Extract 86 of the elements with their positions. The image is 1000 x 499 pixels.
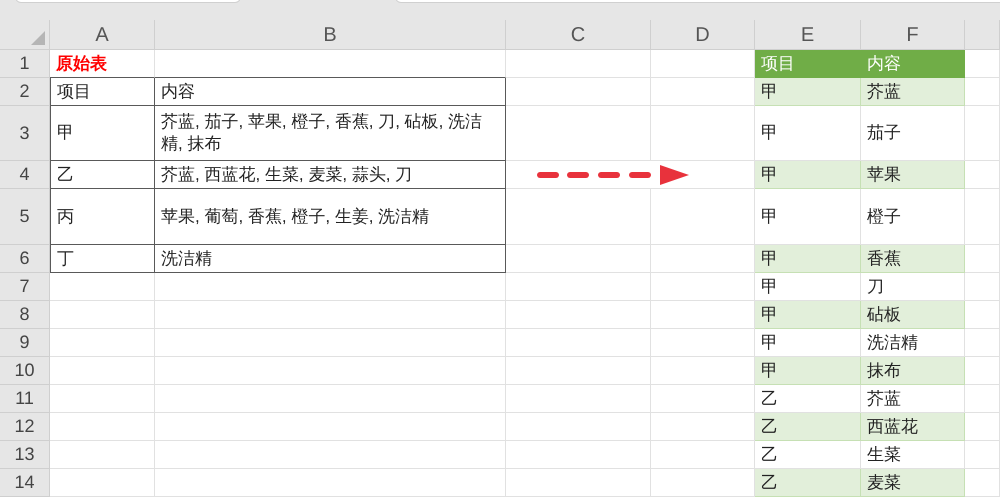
column-header[interactable]: B bbox=[155, 20, 506, 50]
table-cell: 乙 bbox=[755, 385, 861, 413]
table-cell: 麦菜 bbox=[861, 469, 965, 497]
table-cell: 丁 bbox=[50, 245, 155, 273]
table-cell: 甲 bbox=[755, 189, 861, 245]
empty-cell[interactable] bbox=[155, 273, 506, 301]
table-cell: 刀 bbox=[861, 273, 965, 301]
empty-cell[interactable] bbox=[155, 329, 506, 357]
empty-cell[interactable] bbox=[155, 301, 506, 329]
table-cell: 甲 bbox=[755, 161, 861, 189]
table-cell: 芥蓝 bbox=[861, 385, 965, 413]
empty-cell[interactable] bbox=[155, 357, 506, 385]
table-cell: 芥蓝 bbox=[861, 78, 965, 106]
row-header[interactable]: 1 bbox=[0, 50, 50, 78]
table-cell: 甲 bbox=[755, 273, 861, 301]
row-header[interactable]: 4 bbox=[0, 161, 50, 189]
table-cell: 芥蓝, 西蓝花, 生菜, 麦菜, 蒜头, 刀 bbox=[155, 161, 506, 189]
table-cell: 乙 bbox=[50, 161, 155, 189]
empty-cell[interactable] bbox=[155, 469, 506, 497]
empty-cell[interactable] bbox=[506, 50, 651, 78]
empty-cell[interactable] bbox=[506, 189, 651, 245]
table-cell: 甲 bbox=[755, 329, 861, 357]
table-cell: 甲 bbox=[755, 106, 861, 161]
table-cell: 乙 bbox=[755, 441, 861, 469]
table-cell: 砧板 bbox=[861, 301, 965, 329]
empty-cell[interactable] bbox=[506, 106, 651, 161]
row-header[interactable]: 9 bbox=[0, 329, 50, 357]
sheet-title: 原始表 bbox=[50, 50, 155, 78]
table-cell: 抹布 bbox=[861, 357, 965, 385]
column-header[interactable]: E bbox=[755, 20, 861, 50]
row-header[interactable]: 6 bbox=[0, 245, 50, 273]
empty-cell[interactable] bbox=[155, 50, 506, 78]
table-header-cell: 项目 bbox=[755, 50, 861, 78]
table-cell: 项目 bbox=[50, 78, 155, 106]
empty-cell[interactable] bbox=[506, 385, 651, 413]
table-cell: 甲 bbox=[755, 245, 861, 273]
table-cell: 芥蓝, 茄子, 苹果, 橙子, 香蕉, 刀, 砧板, 洗洁精, 抹布 bbox=[155, 106, 506, 161]
row-header[interactable]: 11 bbox=[0, 385, 50, 413]
select-all-icon[interactable] bbox=[31, 31, 45, 45]
empty-cell[interactable] bbox=[155, 413, 506, 441]
empty-cell[interactable] bbox=[506, 357, 651, 385]
table-cell: 乙 bbox=[755, 469, 861, 497]
empty-cell[interactable] bbox=[155, 385, 506, 413]
table-cell: 茄子 bbox=[861, 106, 965, 161]
row-header[interactable]: 10 bbox=[0, 357, 50, 385]
column-header[interactable]: A bbox=[50, 20, 155, 50]
empty-cell[interactable] bbox=[506, 413, 651, 441]
table-cell: 甲 bbox=[755, 78, 861, 106]
column-header[interactable]: D bbox=[651, 20, 755, 50]
select-all-button[interactable] bbox=[0, 20, 50, 50]
table-cell: 洗洁精 bbox=[155, 245, 506, 273]
empty-cell[interactable] bbox=[965, 189, 1000, 245]
table-cell: 西蓝花 bbox=[861, 413, 965, 441]
empty-cell[interactable] bbox=[506, 273, 651, 301]
empty-cell[interactable] bbox=[965, 106, 1000, 161]
row-header[interactable]: 5 bbox=[0, 189, 50, 245]
table-cell: 乙 bbox=[755, 413, 861, 441]
row-header[interactable]: 7 bbox=[0, 273, 50, 301]
table-cell: 橙子 bbox=[861, 189, 965, 245]
row-header[interactable]: 3 bbox=[0, 106, 50, 161]
empty-cell[interactable] bbox=[506, 301, 651, 329]
empty-cell[interactable] bbox=[506, 329, 651, 357]
table-cell: 苹果 bbox=[861, 161, 965, 189]
empty-cell[interactable] bbox=[506, 441, 651, 469]
row-header[interactable]: 13 bbox=[0, 441, 50, 469]
table-cell: 甲 bbox=[50, 106, 155, 161]
row-header[interactable]: 14 bbox=[0, 469, 50, 497]
empty-cell[interactable] bbox=[506, 469, 651, 497]
table-cell: 丙 bbox=[50, 189, 155, 245]
empty-cell[interactable] bbox=[506, 245, 651, 273]
column-header[interactable] bbox=[965, 20, 1000, 50]
table-cell: 香蕉 bbox=[861, 245, 965, 273]
column-header[interactable]: C bbox=[506, 20, 651, 50]
empty-cell[interactable] bbox=[506, 78, 651, 106]
row-header[interactable]: 2 bbox=[0, 78, 50, 106]
table-cell: 甲 bbox=[755, 301, 861, 329]
row-header[interactable]: 12 bbox=[0, 413, 50, 441]
column-header[interactable]: F bbox=[861, 20, 965, 50]
table-cell: 洗洁精 bbox=[861, 329, 965, 357]
table-cell: 甲 bbox=[755, 357, 861, 385]
empty-cell[interactable] bbox=[155, 441, 506, 469]
table-cell: 生菜 bbox=[861, 441, 965, 469]
row-header[interactable]: 8 bbox=[0, 301, 50, 329]
table-cell: 内容 bbox=[155, 78, 506, 106]
table-header-cell: 内容 bbox=[861, 50, 965, 78]
table-cell: 苹果, 葡萄, 香蕉, 橙子, 生姜, 洗洁精 bbox=[155, 189, 506, 245]
